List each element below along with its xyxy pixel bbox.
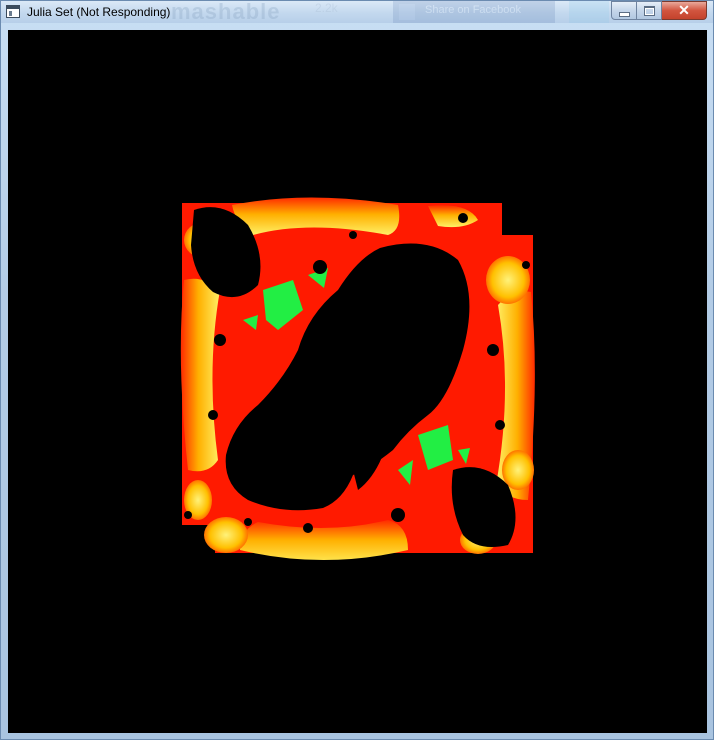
close-icon: ✕	[678, 2, 690, 18]
window-bottom-border	[1, 734, 713, 740]
minimize-button[interactable]	[611, 1, 637, 20]
ghost-share-count: 2.2k	[315, 1, 338, 15]
ghost-facebook-label: Share on Facebook	[425, 4, 522, 16]
close-button[interactable]: ✕	[662, 1, 707, 20]
app-window-icon[interactable]	[6, 5, 20, 18]
ghost-facebook-button: Share on Facebook	[393, 1, 555, 23]
julia-set-render	[180, 197, 535, 560]
maximize-icon	[643, 5, 655, 16]
minimize-icon	[618, 12, 630, 17]
window-title: Julia Set (Not Responding)	[27, 5, 171, 19]
fractal-region	[180, 197, 535, 560]
facebook-icon	[399, 4, 415, 20]
title-bar[interactable]: mashable 2.2k Share on Facebook Julia Se…	[1, 1, 713, 23]
maximize-button[interactable]	[637, 1, 662, 20]
twitter-icon	[569, 1, 609, 23]
julia-set-canvas[interactable]	[8, 30, 707, 733]
window-controls: ✕	[611, 1, 707, 20]
ghost-brand-text: mashable	[171, 1, 281, 23]
app-window: mashable 2.2k Share on Facebook Julia Se…	[0, 0, 714, 740]
